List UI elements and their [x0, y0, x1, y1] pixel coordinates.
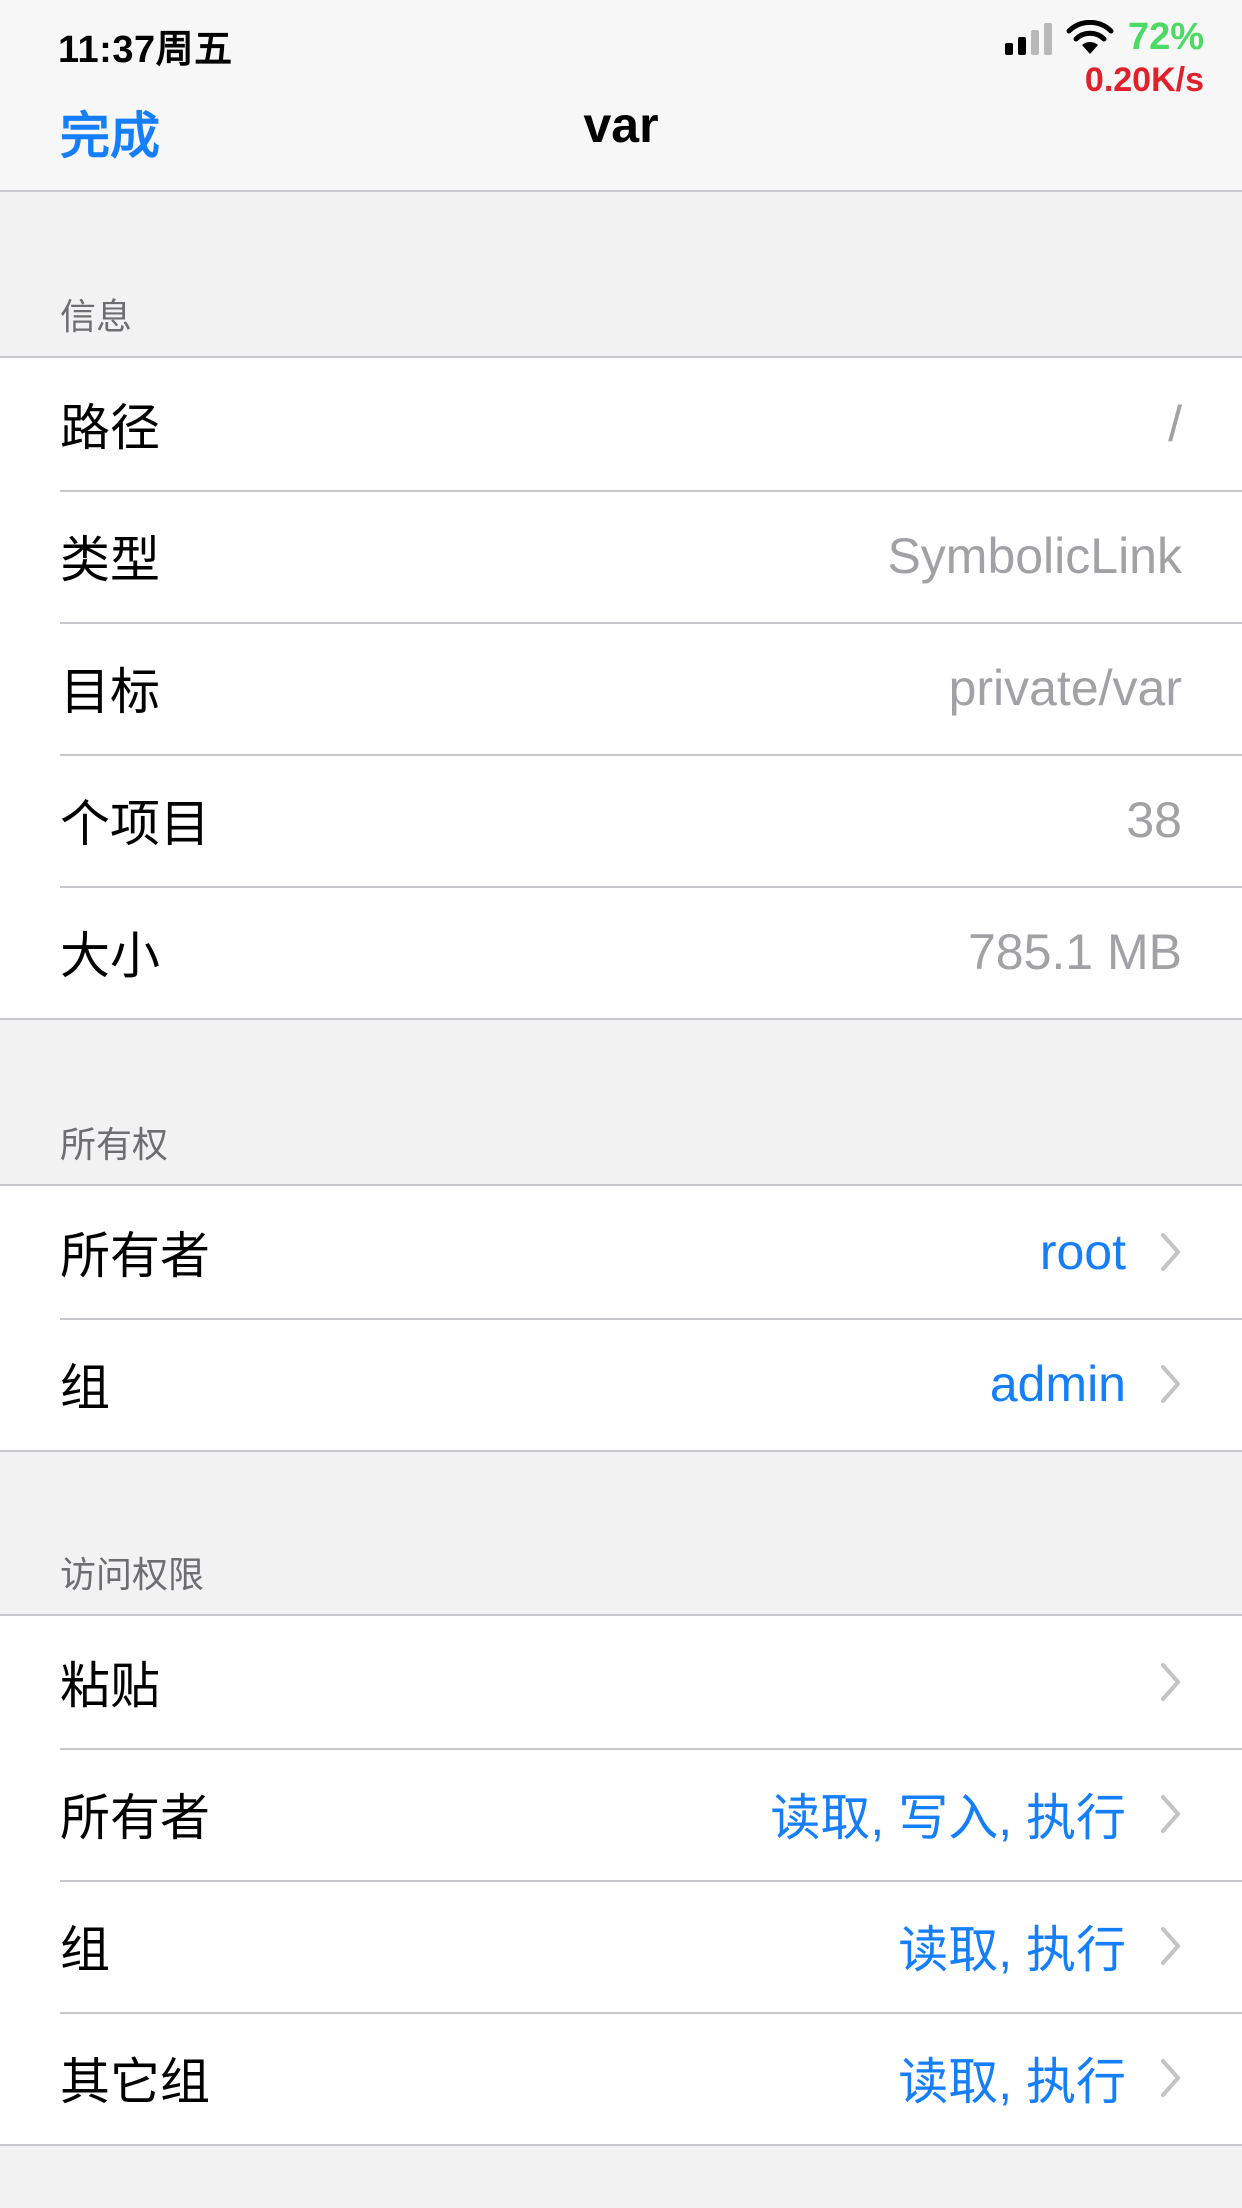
- row-label: 粘贴: [60, 1658, 160, 1714]
- row-value: private/var: [948, 660, 1182, 716]
- row-value: 785.1 MB: [967, 924, 1182, 980]
- row-value: admin: [989, 1356, 1126, 1412]
- chevron-right-icon: [1161, 1233, 1180, 1271]
- row-label: 大小: [60, 928, 160, 984]
- row-label: 目标: [60, 664, 160, 720]
- section-header-info: 信息: [60, 296, 133, 337]
- row-value: SymbolicLink: [887, 528, 1182, 584]
- permissions-row-sticky[interactable]: 粘贴: [0, 1616, 1242, 1748]
- top-bar: 11:37周五 72% 0.20K/s var 完成: [0, 0, 1242, 192]
- info-row-path: 路径 /: [0, 358, 1242, 490]
- cellular-signal-icon: [1004, 21, 1052, 55]
- battery-percentage: 72%: [1127, 16, 1204, 58]
- status-time: 11:37周五: [58, 29, 233, 71]
- row-value: 读取, 执行: [898, 1922, 1126, 1978]
- done-button[interactable]: 完成: [60, 96, 160, 168]
- row-label: 个项目: [60, 796, 210, 852]
- row-value: 读取, 执行: [898, 2054, 1126, 2110]
- row-value: root: [1039, 1224, 1126, 1280]
- ownership-group: 所有者 root 组 admin: [0, 1184, 1242, 1452]
- row-label: 所有者: [60, 1228, 210, 1284]
- info-group: 路径 / 类型 SymbolicLink 目标 private/var 个项目 …: [0, 356, 1242, 1020]
- permissions-row-others[interactable]: 其它组 读取, 执行: [0, 2012, 1242, 2144]
- screen: 11:37周五 72% 0.20K/s var 完成 信息 路径 / 类型 Sy…: [0, 0, 1242, 2208]
- row-label: 路径: [60, 400, 160, 456]
- ownership-row-owner[interactable]: 所有者 root: [0, 1186, 1242, 1318]
- permissions-row-owner[interactable]: 所有者 读取, 写入, 执行: [0, 1748, 1242, 1880]
- section-header-ownership: 所有权: [60, 1124, 169, 1165]
- info-row-item-count: 个项目 38: [0, 754, 1242, 886]
- row-label: 其它组: [60, 2054, 210, 2110]
- info-row-target: 目标 private/var: [0, 622, 1242, 754]
- ownership-row-group[interactable]: 组 admin: [0, 1318, 1242, 1450]
- network-speed: 0.20K/s: [1084, 61, 1204, 99]
- section-header-permissions: 访问权限: [60, 1554, 205, 1595]
- info-row-size: 大小 785.1 MB: [0, 886, 1242, 1018]
- permissions-group: 粘贴 所有者 读取, 写入, 执行 组 读取, 执行 其它组 读取, 执行: [0, 1614, 1242, 2146]
- row-label: 组: [60, 1360, 110, 1416]
- chevron-right-icon: [1161, 1795, 1180, 1833]
- row-label: 所有者: [60, 1790, 210, 1846]
- chevron-right-icon: [1161, 1927, 1180, 1965]
- chevron-right-icon: [1161, 1365, 1180, 1403]
- chevron-right-icon: [1161, 1663, 1180, 1701]
- row-value: /: [1168, 396, 1182, 452]
- wifi-icon: [1066, 19, 1114, 54]
- status-indicators: 72% 0.20K/s: [1004, 16, 1204, 100]
- row-label: 类型: [60, 532, 160, 588]
- row-value: 读取, 写入, 执行: [770, 1790, 1126, 1846]
- page-title: var: [583, 97, 659, 153]
- row-label: 组: [60, 1922, 110, 1978]
- chevron-right-icon: [1161, 2059, 1180, 2097]
- row-value: 38: [1126, 792, 1182, 848]
- info-row-type: 类型 SymbolicLink: [0, 490, 1242, 622]
- permissions-row-group[interactable]: 组 读取, 执行: [0, 1880, 1242, 2012]
